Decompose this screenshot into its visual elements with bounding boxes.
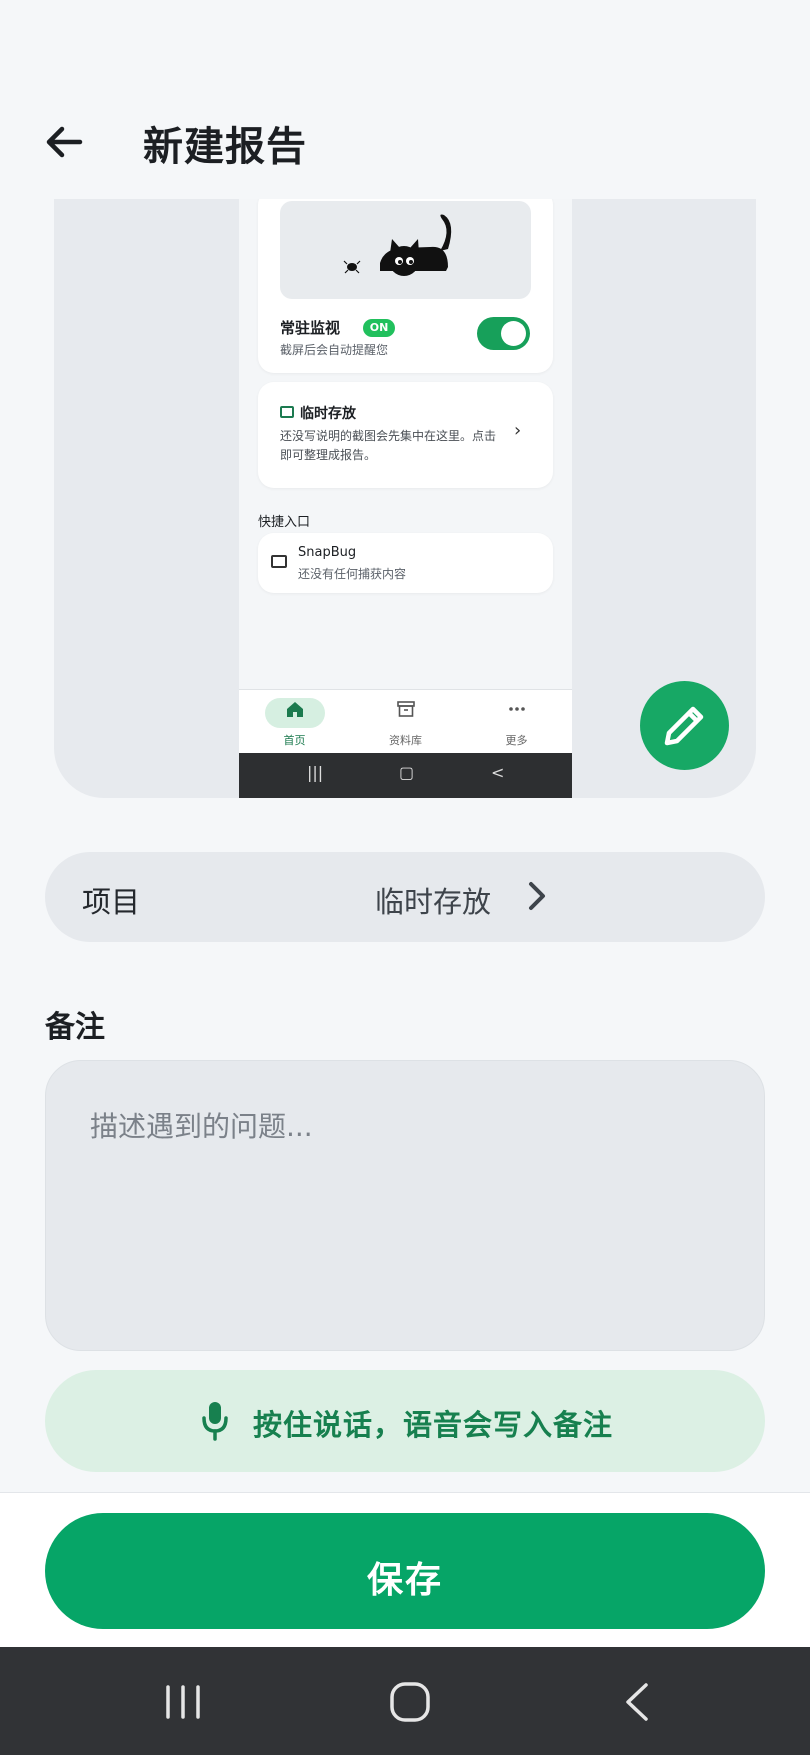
- microphone-icon: [202, 1402, 228, 1441]
- folder-icon: [271, 555, 287, 568]
- chevron-right-icon: ›: [514, 420, 522, 441]
- back-chevron-icon: [626, 1683, 648, 1721]
- recents-icon: [166, 1685, 200, 1719]
- notes-input[interactable]: [45, 1060, 765, 1351]
- preview-system-bar: ||| ▢ <: [239, 753, 572, 798]
- edit-fab[interactable]: [640, 681, 729, 770]
- save-label: 保存: [366, 1560, 443, 1601]
- save-button[interactable]: 保存: [45, 1513, 765, 1629]
- quick-entry-label: 快捷入口: [258, 515, 311, 530]
- monitor-subtitle: 截屏后会自动提醒您: [280, 343, 389, 357]
- recents-button[interactable]: [158, 1677, 208, 1727]
- temp-storage-card: 临时存放 还没写说明的截图会先集中在这里。点击即可整理成报告。 ›: [258, 382, 553, 488]
- project-label: 项目: [82, 885, 141, 919]
- preview-bottom-nav: 首页 资料库 更多: [239, 689, 572, 753]
- temp-storage-title: 临时存放: [300, 406, 356, 422]
- arrow-left-icon: [46, 126, 83, 158]
- recents-icon: |||: [307, 763, 324, 782]
- project-selector[interactable]: 项目 临时存放: [45, 852, 765, 942]
- cat-icon: [343, 214, 452, 276]
- monitor-card: 常驻监视 ON 截屏后会自动提醒您: [258, 199, 553, 373]
- cat-illustration: [280, 201, 531, 299]
- home-button[interactable]: [385, 1677, 435, 1727]
- pencil-icon: [664, 706, 704, 746]
- voice-input-label: 按住说话，语音会写入备注: [253, 1408, 614, 1442]
- home-icon: [239, 700, 350, 723]
- system-navigation-bar: [0, 1647, 810, 1755]
- nav-item-library: 资料库: [350, 690, 461, 754]
- page-title: 新建报告: [143, 124, 307, 170]
- nav-label-home: 首页: [283, 734, 306, 747]
- system-back-button[interactable]: [612, 1677, 662, 1727]
- temp-storage-description: 还没写说明的截图会先集中在这里。点击即可整理成报告。: [280, 429, 497, 462]
- back-chevron-icon: <: [491, 763, 505, 782]
- app-header: 新建报告: [0, 100, 810, 180]
- chevron-right-icon: [529, 882, 545, 910]
- home-circle-icon: ▢: [399, 763, 415, 782]
- nav-item-more: 更多: [461, 690, 572, 754]
- inbox-icon: [280, 406, 294, 418]
- quick-entry-subtitle: 还没有任何捕获内容: [298, 567, 407, 581]
- toggle-knob: [501, 321, 526, 346]
- nav-item-home: 首页: [239, 690, 350, 754]
- back-button[interactable]: [40, 118, 88, 166]
- nav-label-more: 更多: [505, 734, 528, 747]
- nav-label-library: 资料库: [389, 734, 422, 747]
- project-value: 临时存放: [375, 885, 492, 919]
- more-icon: [461, 700, 572, 723]
- monitor-title: 常驻监视: [280, 319, 341, 337]
- on-badge: ON: [363, 319, 395, 337]
- monitor-toggle: [477, 317, 530, 350]
- voice-input-button[interactable]: 按住说话，语音会写入备注: [45, 1370, 765, 1472]
- archive-icon: [350, 700, 461, 723]
- quick-entry-title: SnapBug: [298, 545, 357, 560]
- home-circle-icon: [390, 1682, 430, 1722]
- notes-heading: 备注: [45, 1010, 105, 1045]
- quick-entry-card: SnapBug 还没有任何捕获内容: [258, 533, 553, 593]
- footer-bar: 保存: [0, 1492, 810, 1647]
- captured-screen: 常驻监视 ON 截屏后会自动提醒您 临时存放 还没写说明的截图会先集中在这里。点…: [239, 199, 572, 798]
